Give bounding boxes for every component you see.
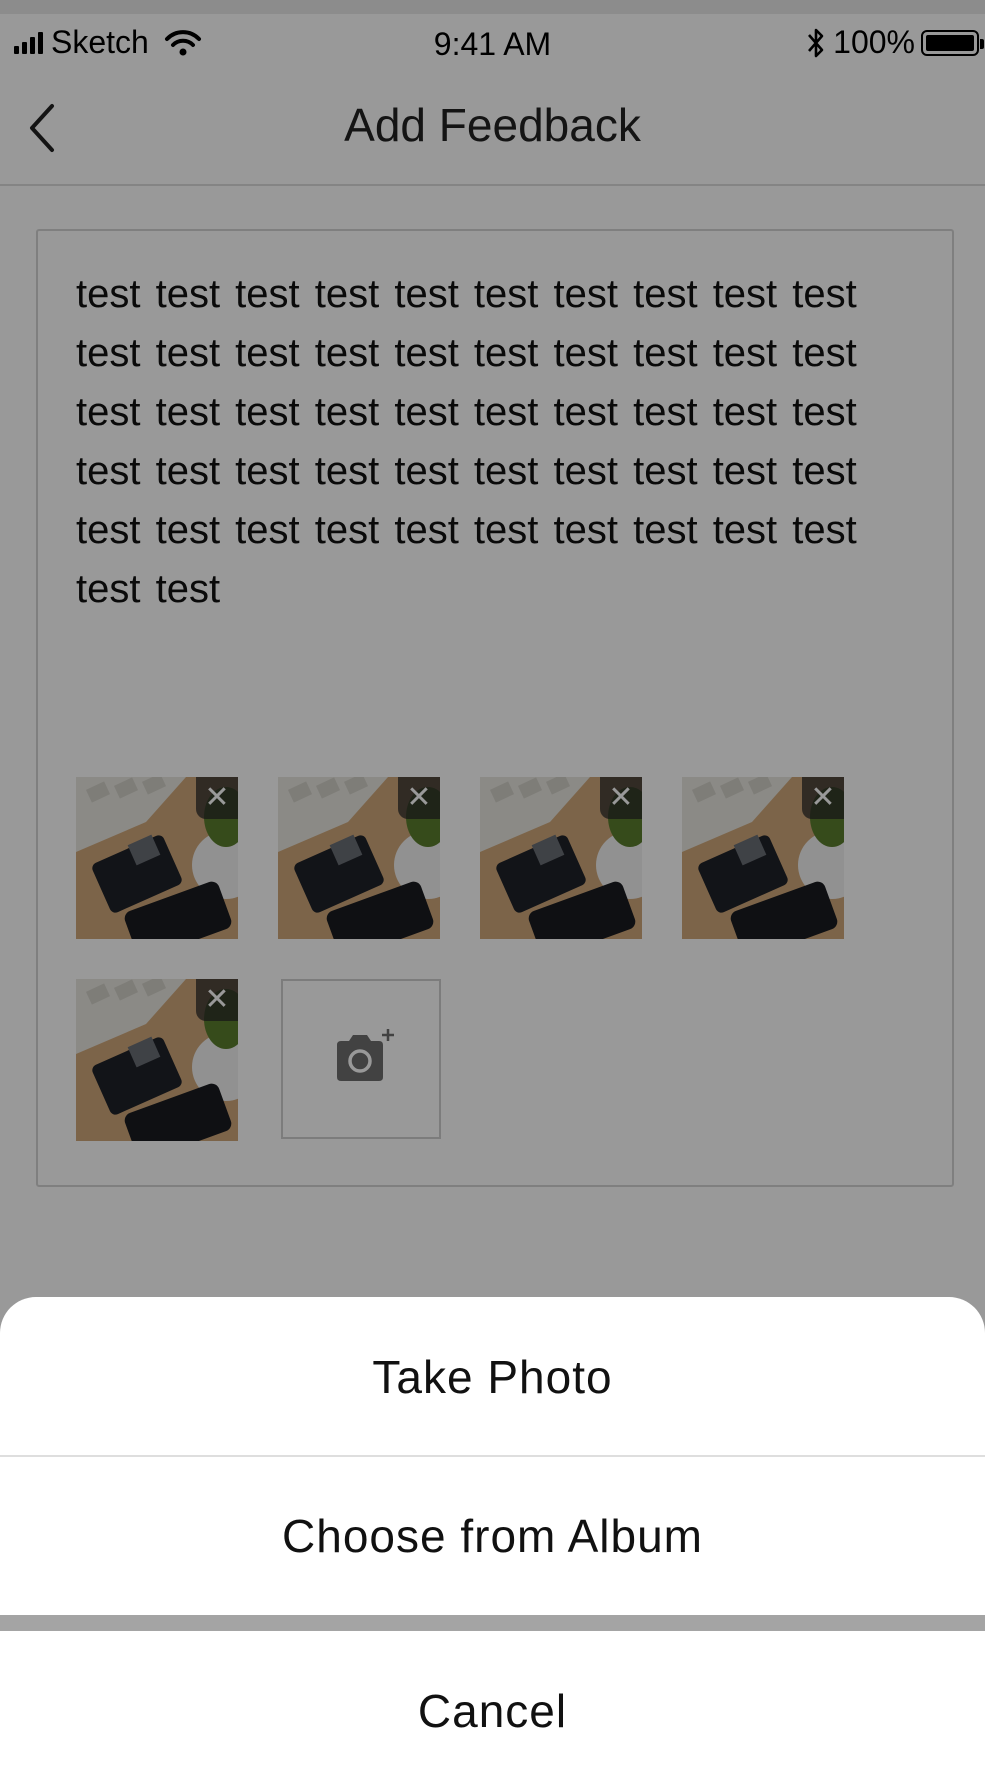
screen: Sketch 9:41 AM 100% Add Feedback test te… — [0, 0, 985, 1791]
action-sheet: Take Photo Choose from Album Cancel — [0, 1297, 985, 1791]
sheet-separator — [0, 1615, 985, 1631]
choose-from-album-button[interactable]: Choose from Album — [0, 1457, 985, 1615]
cancel-button[interactable]: Cancel — [0, 1631, 985, 1791]
take-photo-button[interactable]: Take Photo — [0, 1297, 985, 1457]
